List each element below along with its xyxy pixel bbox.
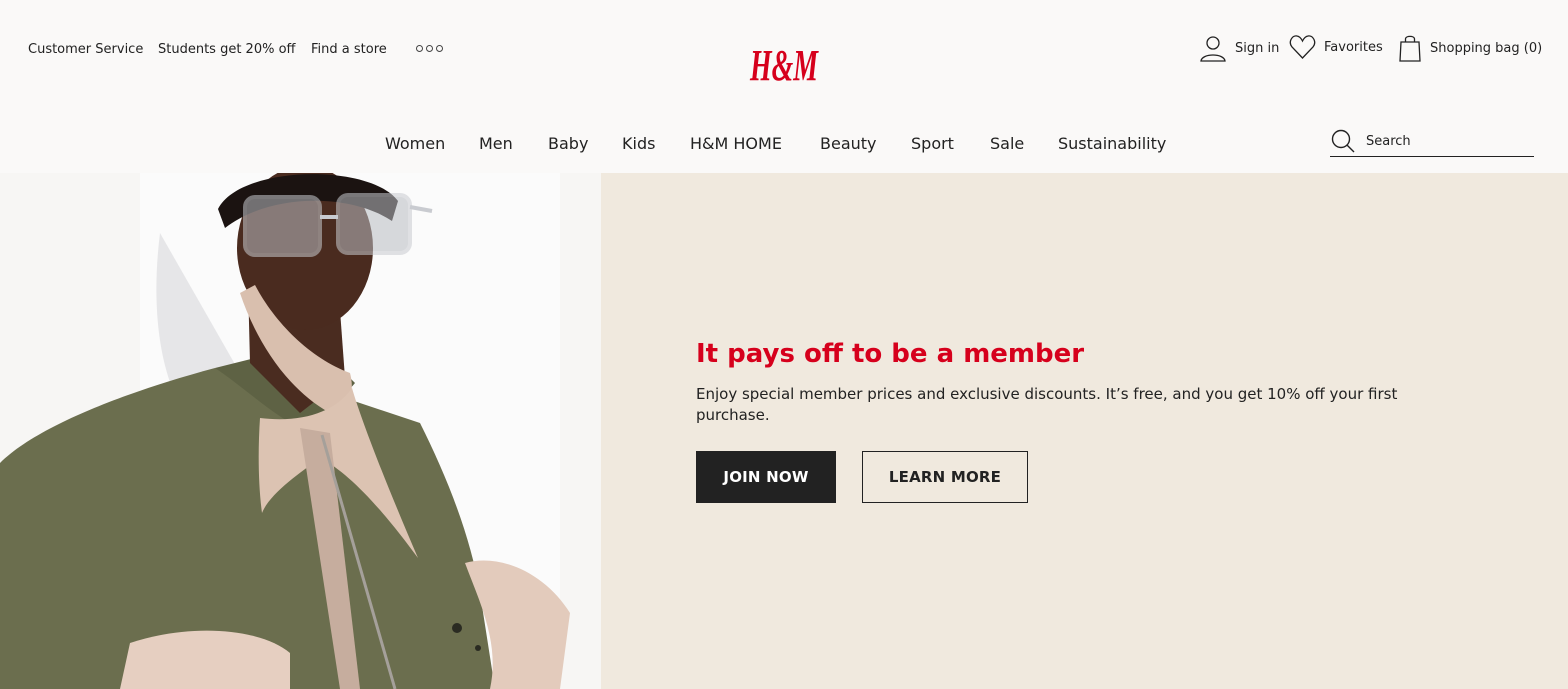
hero-model-image bbox=[0, 173, 601, 689]
search-input[interactable] bbox=[1366, 133, 1526, 149]
promo-title: It pays off to be a member bbox=[696, 339, 1085, 369]
member-promo-hero: It pays off to be a member Enjoy special… bbox=[0, 173, 1568, 689]
nav-item-women[interactable]: Women bbox=[385, 134, 445, 153]
favorites-button[interactable]: Favorites bbox=[1289, 34, 1383, 60]
shopping-bag-icon bbox=[1399, 35, 1421, 62]
nav-item-sustainability[interactable]: Sustainability bbox=[1058, 134, 1166, 153]
model-illustration bbox=[0, 173, 601, 689]
promo-panel: It pays off to be a member Enjoy special… bbox=[601, 173, 1568, 689]
shopping-bag-label: Shopping bag (0) bbox=[1430, 40, 1543, 56]
students-discount-link[interactable]: Students get 20% off bbox=[158, 42, 296, 57]
learn-more-button[interactable]: LEARN MORE bbox=[862, 451, 1028, 503]
hm-logo[interactable]: H&M bbox=[748, 34, 822, 90]
nav-item-sport[interactable]: Sport bbox=[911, 134, 954, 153]
search-bar[interactable] bbox=[1330, 126, 1534, 157]
nav-item-kids[interactable]: Kids bbox=[622, 134, 655, 153]
hm-logo-text: H&M bbox=[749, 41, 819, 88]
nav-item-hm-home[interactable]: H&M HOME bbox=[690, 134, 782, 153]
favorites-label: Favorites bbox=[1324, 39, 1383, 55]
nav-item-men[interactable]: Men bbox=[479, 134, 513, 153]
find-store-link[interactable]: Find a store bbox=[311, 42, 387, 57]
user-icon bbox=[1200, 36, 1226, 62]
nav-item-beauty[interactable]: Beauty bbox=[820, 134, 877, 153]
search-icon bbox=[1331, 129, 1355, 153]
customer-service-link[interactable]: Customer Service bbox=[28, 42, 143, 57]
more-dots-icon[interactable] bbox=[416, 45, 443, 52]
hm-logo-mark: H&M bbox=[749, 41, 819, 90]
nav-item-sale[interactable]: Sale bbox=[990, 134, 1024, 153]
shopping-bag-button[interactable]: Shopping bag (0) bbox=[1398, 34, 1542, 62]
heart-icon bbox=[1289, 35, 1316, 59]
sign-in-label: Sign in bbox=[1235, 40, 1280, 56]
nav-item-baby[interactable]: Baby bbox=[548, 134, 588, 153]
site-header: Customer Service Students get 20% off Fi… bbox=[0, 0, 1568, 100]
promo-description: Enjoy special member prices and exclusiv… bbox=[696, 385, 1398, 424]
sign-in-button[interactable]: Sign in bbox=[1199, 34, 1279, 62]
join-now-button[interactable]: JOIN NOW bbox=[696, 451, 836, 503]
